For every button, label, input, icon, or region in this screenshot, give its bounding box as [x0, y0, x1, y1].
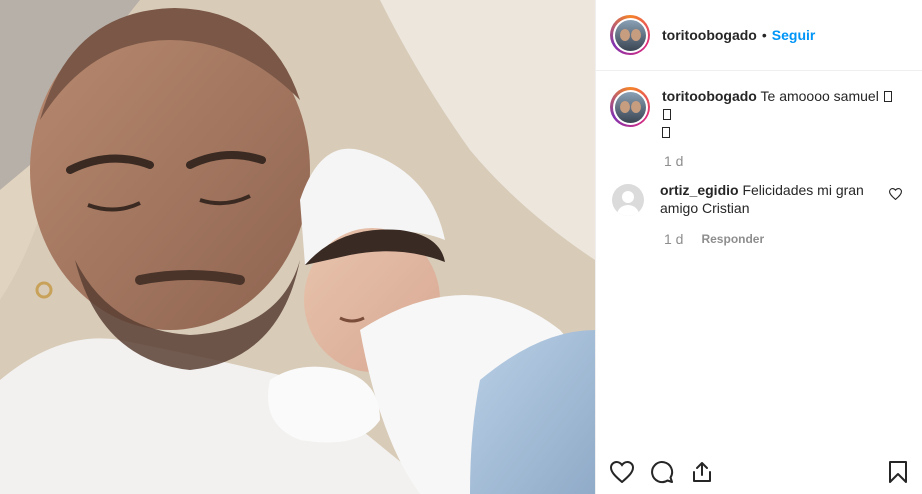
- comments-section: toritoobogado Te amoooo samuel 1 d ortiz…: [596, 71, 922, 247]
- comment-body: ortiz_egidio Felicidades mi gran amigo C…: [660, 181, 895, 217]
- heart-icon[interactable]: [610, 461, 634, 483]
- post-header: toritoobogado • Seguir: [596, 0, 922, 71]
- follow-button[interactable]: Seguir: [772, 27, 816, 43]
- caption-avatar[interactable]: [610, 87, 650, 127]
- comment-meta: 1 d Responder: [664, 231, 908, 247]
- emoji-placeholder: [663, 109, 671, 120]
- comment-time[interactable]: 1 d: [664, 231, 683, 247]
- post-actions-bar: [596, 450, 922, 494]
- comment-row: ortiz_egidio Felicidades mi gran amigo C…: [610, 181, 908, 217]
- commenter-avatar[interactable]: [612, 184, 644, 216]
- author-username[interactable]: toritoobogado: [662, 27, 757, 43]
- comment-icon[interactable]: [650, 460, 674, 484]
- comment-like-heart-icon[interactable]: [888, 187, 903, 205]
- caption-meta: 1 d: [664, 153, 908, 169]
- post-side-panel: toritoobogado • Seguir toritoobogado Te …: [595, 0, 922, 494]
- caption-body: toritoobogado Te amoooo samuel: [662, 87, 897, 141]
- caption-username[interactable]: toritoobogado: [662, 88, 757, 104]
- emoji-placeholder: [662, 127, 670, 138]
- reply-button[interactable]: Responder: [701, 232, 764, 246]
- share-icon[interactable]: [690, 460, 714, 484]
- avatar-image: [614, 19, 646, 51]
- author-avatar[interactable]: [610, 15, 650, 55]
- comment-username[interactable]: ortiz_egidio: [660, 182, 739, 198]
- avatar-inner: [612, 89, 648, 125]
- emoji-placeholder: [883, 91, 892, 102]
- caption-row: toritoobogado Te amoooo samuel: [610, 87, 908, 141]
- separator-dot: •: [761, 27, 767, 43]
- caption-text: Te amoooo samuel: [760, 88, 879, 104]
- avatar-inner: [612, 17, 648, 53]
- avatar-image: [614, 91, 646, 123]
- post-photo-illustration: [0, 0, 595, 494]
- caption-time[interactable]: 1 d: [664, 153, 683, 169]
- bookmark-icon[interactable]: [888, 460, 908, 484]
- post-photo[interactable]: [0, 0, 595, 494]
